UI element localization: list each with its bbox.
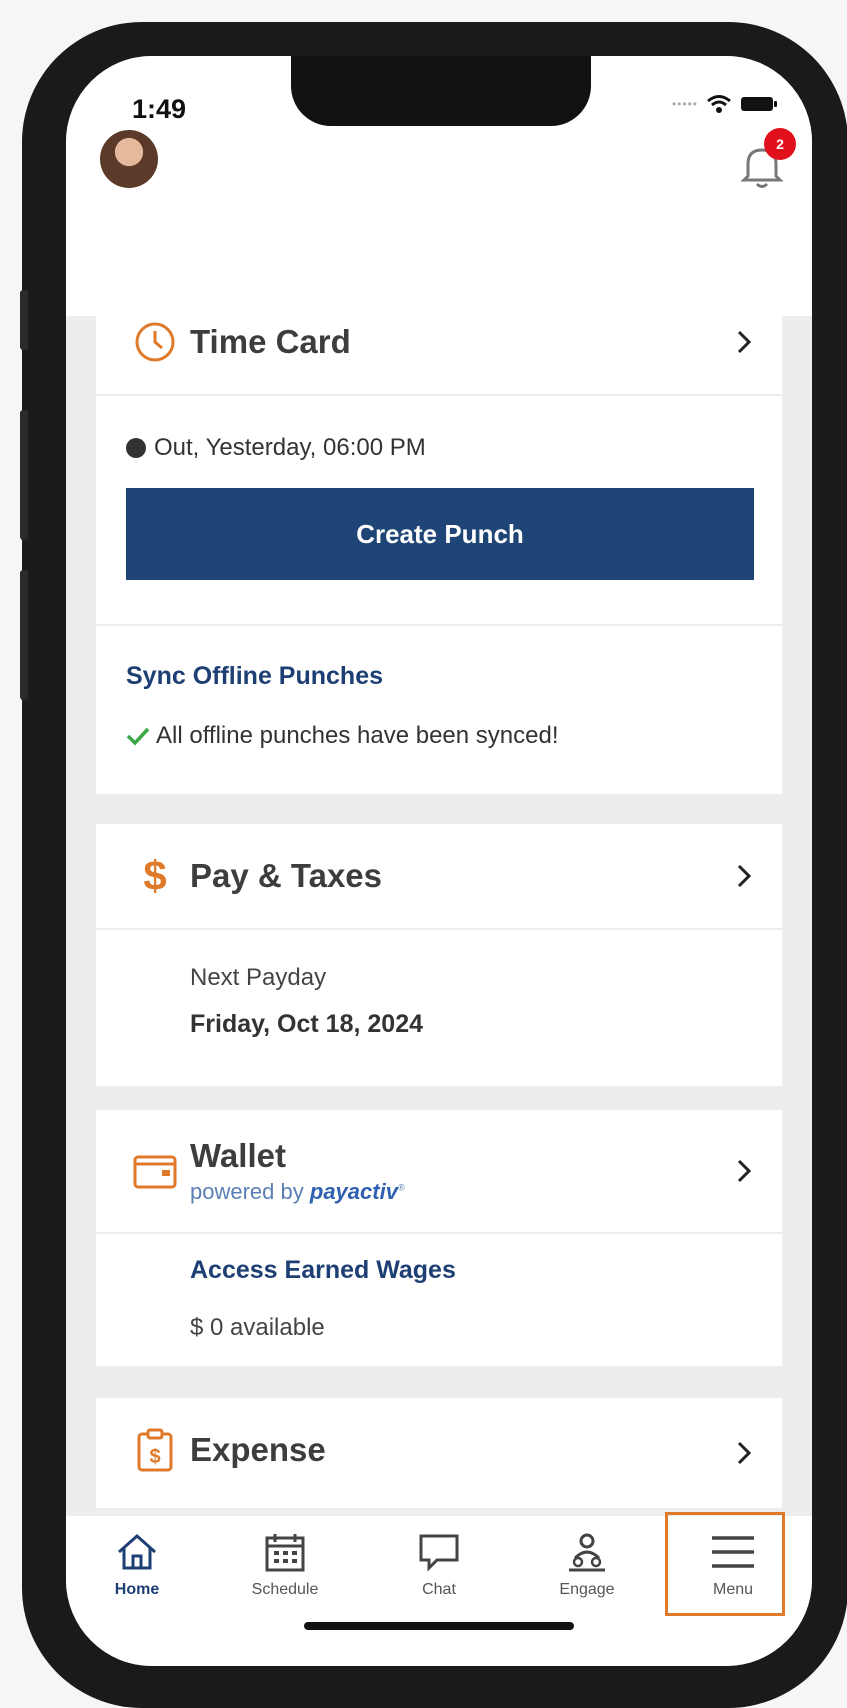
notification-badge: 2 [764, 128, 796, 160]
nav-home[interactable]: Home [82, 1532, 192, 1599]
chat-icon [419, 1534, 459, 1572]
nav-label: Chat [422, 1581, 456, 1598]
pay-taxes-title: Pay & Taxes [190, 857, 383, 894]
expense-header[interactable]: $ Expense [96, 1398, 782, 1502]
pay-taxes-header[interactable]: $ Pay & Taxes [96, 824, 782, 930]
expense-title: Expense [190, 1431, 326, 1468]
menu-highlight-box [665, 1512, 785, 1616]
punch-status-text: Out, Yesterday, 06:00 PM [154, 434, 426, 461]
wallet-icon [120, 1151, 190, 1191]
time-card-title: Time Card [190, 323, 351, 360]
next-payday-date: Friday, Oct 18, 2024 [190, 1010, 423, 1038]
nav-schedule[interactable]: Schedule [230, 1532, 340, 1599]
sync-status-text: All offline punches have been synced! [156, 722, 559, 749]
clock-icon [120, 321, 190, 363]
home-icon [118, 1533, 156, 1570]
chevron-right-icon [737, 1441, 752, 1465]
wallet-title-group: Wallet powered by payactiv® [190, 1137, 405, 1205]
screen: 1:49 ••••• 2 Time Card Out, Yesterday, 0… [66, 56, 812, 1666]
pay-taxes-card: $ Pay & Taxes Next Payday Friday, Oct 18… [96, 824, 782, 1086]
battery-icon [741, 97, 777, 111]
wallet-header[interactable]: Wallet powered by payactiv® [96, 1110, 782, 1234]
notch [291, 56, 591, 126]
wallet-card: Wallet powered by payactiv® Access Earne… [96, 1110, 782, 1366]
punch-status: Out, Yesterday, 06:00 PM [126, 434, 426, 462]
nav-label: Engage [559, 1581, 615, 1598]
access-earned-wages-link[interactable]: Access Earned Wages [190, 1256, 456, 1285]
chevron-right-icon [737, 864, 752, 888]
wallet-title: Wallet [190, 1137, 286, 1174]
nav-label: Home [114, 1581, 160, 1598]
svg-text:$: $ [149, 1446, 160, 1468]
nav-engage[interactable]: Engage [532, 1532, 642, 1599]
check-icon [126, 727, 150, 746]
dollar-icon: $ [143, 852, 167, 899]
expense-icon: $ [120, 1428, 190, 1472]
engage-icon [569, 1533, 605, 1572]
time-card-header[interactable]: Time Card [96, 290, 782, 396]
nav-chat[interactable]: Chat [384, 1532, 494, 1599]
sync-offline-punches-link[interactable]: Sync Offline Punches [126, 662, 383, 691]
sync-status: All offline punches have been synced! [126, 722, 559, 750]
sync-section: Sync Offline Punches All offline punches… [96, 626, 782, 794]
side-button [20, 290, 28, 350]
available-amount: $ 0 available [190, 1314, 325, 1341]
signal-icon: ••••• [671, 97, 698, 111]
powered-by-text: powered by [190, 1179, 304, 1204]
chevron-right-icon [737, 330, 752, 354]
nav-label: Schedule [251, 1581, 319, 1598]
expense-card: $ Expense [96, 1398, 782, 1508]
wifi-icon [707, 95, 731, 113]
punch-section: Out, Yesterday, 06:00 PM Create Punch [96, 396, 782, 626]
status-dot-icon [126, 438, 146, 458]
payday-section: Next Payday Friday, Oct 18, 2024 [96, 930, 782, 1086]
powered-by: powered by payactiv® [190, 1179, 405, 1204]
next-payday-label: Next Payday [190, 964, 327, 991]
earned-wages-section: Access Earned Wages $ 0 available [96, 1234, 782, 1366]
create-punch-button[interactable]: Create Punch [126, 488, 754, 580]
status-time: 1:49 [132, 94, 187, 124]
status-icons: ••••• [672, 94, 778, 114]
calendar-icon [265, 1534, 305, 1572]
home-indicator [304, 1622, 574, 1630]
chevron-right-icon [737, 1159, 752, 1183]
payactiv-logo: payactiv [309, 1179, 398, 1204]
avatar[interactable] [100, 130, 158, 188]
side-button [20, 570, 28, 700]
time-card: Time Card Out, Yesterday, 06:00 PM Creat… [96, 290, 782, 794]
side-button [20, 410, 28, 540]
